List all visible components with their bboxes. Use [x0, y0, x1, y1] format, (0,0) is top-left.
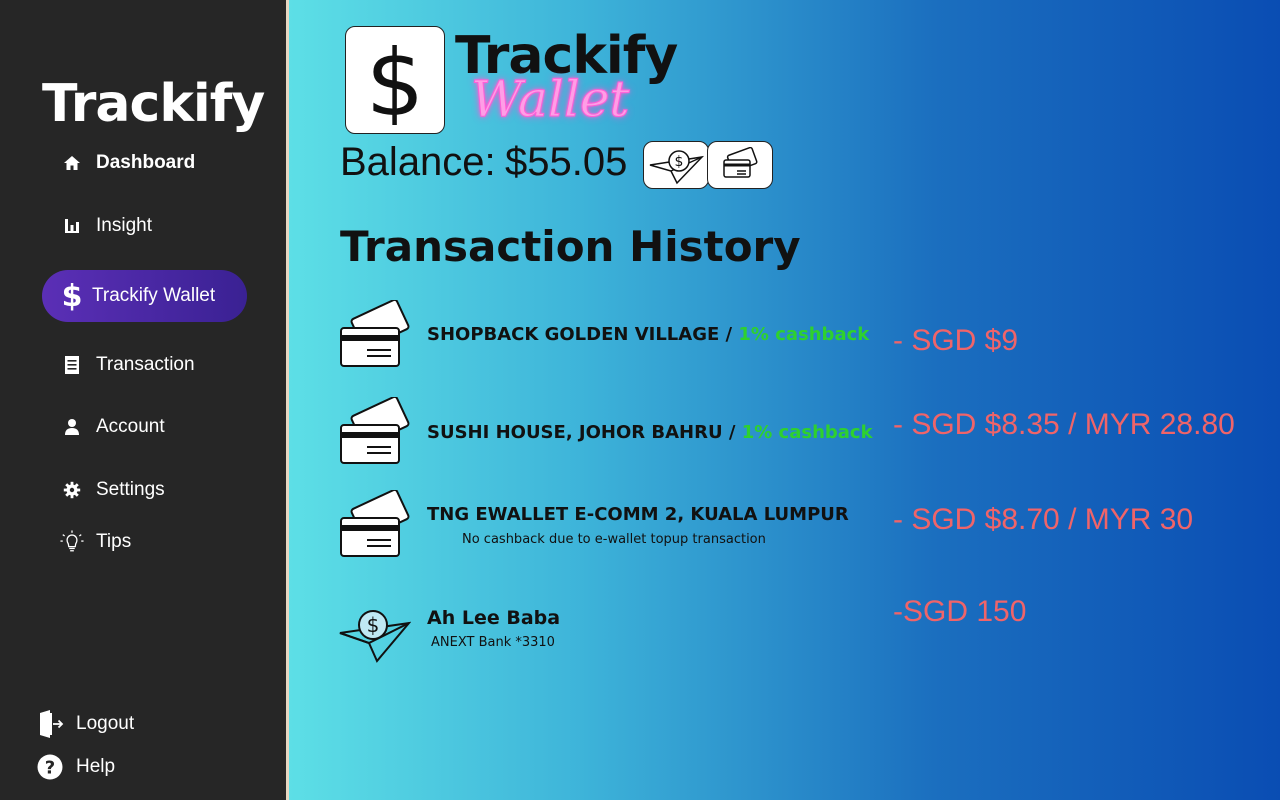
sidebar-item-tips[interactable]: Tips [60, 527, 131, 557]
wallet-logo-subtitle: Wallet [471, 70, 631, 129]
transaction-amount: - SGD $8.70 / MYR 30 [893, 503, 1194, 536]
lightbulb-icon [60, 530, 84, 554]
balance-label: Balance: [340, 140, 496, 184]
dollar-icon: $ [60, 281, 84, 311]
sidebar: Trackify Dashboard Insight $ Trackify Wa… [0, 0, 286, 800]
sidebar-item-transaction[interactable]: Transaction [60, 350, 195, 380]
sidebar-item-settings[interactable]: Settings [60, 475, 165, 505]
logout-button[interactable]: Logout [36, 710, 134, 738]
cards-button[interactable] [707, 141, 773, 189]
transaction-merchant: SUSHI HOUSE, JOHOR BAHRU / [427, 422, 742, 443]
paper-plane-dollar-icon: $ [649, 150, 705, 185]
help-label: Help [76, 756, 116, 777]
transaction-merchant: Ah Lee Baba [427, 607, 561, 629]
svg-text:$: $ [62, 281, 83, 311]
sidebar-item-label: Trackify Wallet [92, 285, 216, 306]
sidebar-item-label: Account [96, 416, 165, 437]
sidebar-item-label: Insight [96, 215, 152, 236]
cashback-badge: 1% cashback [741, 422, 873, 443]
credit-card-icon [340, 397, 410, 464]
svg-text:$: $ [675, 154, 684, 170]
svg-text:$: $ [366, 35, 425, 125]
help-button[interactable]: ? Help [36, 753, 115, 781]
wallet-logo-box: $ [345, 26, 445, 134]
transaction-note: No cashback due to e-wallet topup transa… [462, 532, 766, 547]
sidebar-item-dashboard[interactable]: Dashboard [60, 148, 195, 178]
brand-logo: Trackify [42, 74, 265, 134]
main-content: $ Trackify Wallet Balance: $55.05 $ Tran… [286, 0, 1280, 800]
sidebar-item-label: Dashboard [96, 152, 196, 173]
sidebar-item-label: Settings [96, 479, 165, 500]
transaction-amount: - SGD $9 [893, 324, 1019, 357]
logout-door-icon [36, 710, 64, 738]
receipt-icon [60, 353, 84, 377]
send-money-button[interactable]: $ [643, 141, 709, 189]
sidebar-item-trackify-wallet[interactable]: $ Trackify Wallet [42, 270, 247, 322]
sidebar-item-label: Transaction [96, 354, 195, 375]
user-icon [60, 415, 84, 439]
transaction-merchant: SHOPBACK GOLDEN VILLAGE / [427, 324, 739, 345]
paper-plane-dollar-icon: $ [339, 610, 411, 663]
svg-text:$: $ [367, 613, 380, 637]
credit-card-icon [723, 147, 758, 178]
credit-card-icon [340, 490, 410, 557]
credit-card-icon [340, 300, 410, 367]
transaction-note: ANEXT Bank *3310 [431, 635, 555, 650]
sidebar-item-label: Tips [96, 531, 132, 552]
balance-value: $55.05 [505, 140, 628, 184]
svg-text:?: ? [45, 758, 55, 779]
gear-icon [60, 478, 84, 502]
help-icon: ? [36, 753, 64, 781]
sidebar-item-account[interactable]: Account [60, 412, 165, 442]
dollar-icon: $ [366, 35, 425, 125]
sidebar-item-insight[interactable]: Insight [60, 211, 152, 241]
cashback-badge: 1% cashback [738, 324, 870, 345]
transaction-merchant: TNG EWALLET E-COMM 2, KUALA LUMPUR [427, 504, 849, 525]
transaction-amount: - SGD $8.35 / MYR 28.80 [893, 408, 1235, 441]
logout-label: Logout [76, 713, 135, 734]
transaction-history-title: Transaction History [340, 222, 801, 271]
transaction-amount: -SGD 150 [893, 595, 1027, 628]
home-icon [60, 151, 84, 175]
bar-chart-icon [60, 214, 84, 238]
